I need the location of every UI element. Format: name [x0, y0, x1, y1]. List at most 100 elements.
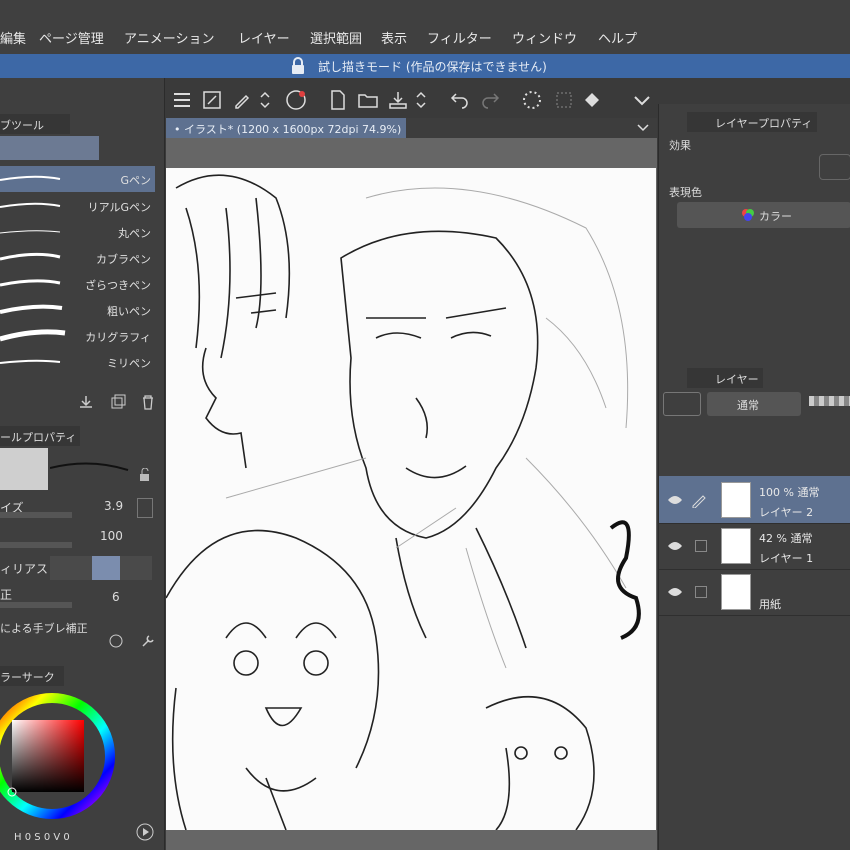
layer-thumbnail — [721, 528, 751, 564]
pen-real-g[interactable]: リアルGペン — [0, 193, 155, 219]
value-value[interactable]: 0 — [63, 832, 69, 843]
size-slider[interactable] — [0, 512, 72, 518]
subtool-tab[interactable]: ブツール — [0, 114, 70, 134]
subtool-group-header[interactable] — [0, 136, 99, 160]
menu-window[interactable]: ウィンドウ — [512, 28, 577, 47]
pen-label: カリグラフィ — [85, 331, 151, 344]
new-file-icon[interactable] — [326, 88, 350, 112]
transform-icon[interactable] — [552, 88, 576, 112]
antialias-option-selected[interactable] — [92, 556, 120, 580]
brush-stroke-preview — [0, 230, 61, 234]
menu-selection[interactable]: 選択範囲 — [310, 28, 362, 47]
open-folder-icon[interactable] — [356, 88, 380, 112]
pen-label: 粗いペン — [107, 305, 151, 318]
drawing-paper[interactable] — [166, 168, 656, 830]
pen-kabura[interactable]: カブラペン — [0, 245, 155, 271]
menu-edit[interactable]: 編集 — [0, 28, 26, 47]
layer-thumbnail — [721, 574, 751, 610]
menu-help[interactable]: ヘルプ — [598, 28, 637, 47]
layer-row[interactable]: 用紙 — [659, 570, 850, 616]
pen-calligraphy[interactable]: カリグラフィ — [0, 323, 155, 349]
toolprop-tab[interactable]: ールプロパティ — [0, 426, 80, 446]
pen-label: Gペン — [120, 174, 151, 187]
subtool-title: ブツール — [0, 119, 44, 132]
color-wheel-title: ラーサーク — [0, 671, 55, 684]
layer-row[interactable]: 100 % 通常 レイヤー 2 — [659, 478, 850, 524]
visibility-eye-icon[interactable] — [667, 494, 683, 506]
layer-name[interactable]: 用紙 — [759, 596, 781, 612]
play-icon[interactable] — [136, 823, 154, 841]
color-wheel-tab[interactable]: ラーサーク — [0, 666, 64, 686]
chevron-updown-icon[interactable] — [258, 88, 272, 112]
pen-settings-icon[interactable] — [230, 88, 254, 112]
visibility-eye-icon[interactable] — [667, 540, 683, 552]
saturation-value[interactable]: 0 — [44, 832, 50, 843]
pen-label: 丸ペン — [118, 227, 151, 240]
menu-animation[interactable]: アニメーション — [124, 28, 214, 47]
expression-color-button[interactable]: カラー — [677, 202, 850, 228]
pen-milli[interactable]: ミリペン — [0, 349, 155, 375]
stabilization-value[interactable]: 6 — [112, 590, 120, 604]
visibility-eye-icon[interactable] — [667, 586, 683, 598]
save-icon[interactable] — [386, 88, 410, 112]
layer-name[interactable]: レイヤー 2 — [759, 504, 813, 520]
antialias-selector[interactable] — [50, 556, 152, 580]
canvas-area[interactable] — [166, 138, 657, 850]
pen-label: ミリペン — [107, 357, 151, 370]
chevron-updown-icon[interactable] — [414, 88, 428, 112]
menu-layer[interactable]: レイヤー — [238, 28, 290, 47]
effect-toggle[interactable] — [819, 154, 850, 180]
lock-open-icon[interactable] — [138, 468, 152, 482]
redo-icon[interactable] — [478, 88, 502, 112]
fill-bucket-icon[interactable] — [580, 88, 604, 112]
reset-icon[interactable] — [108, 633, 124, 649]
opacity-slider[interactable] — [0, 542, 72, 548]
pen-maru[interactable]: 丸ペン — [0, 219, 155, 245]
pen-label: リアルGペン — [87, 201, 151, 214]
menu-page[interactable]: ページ管理 — [39, 28, 104, 47]
layer-row[interactable]: 42 % 通常 レイヤー 1 — [659, 524, 850, 570]
pen-g[interactable]: Gペン — [0, 166, 155, 192]
layer-tab[interactable]: レイヤー — [687, 368, 763, 388]
chevron-down-icon[interactable] — [636, 122, 650, 134]
chevron-down-icon[interactable] — [630, 88, 654, 112]
layer-checkbox[interactable] — [695, 586, 707, 598]
stabilization-label: 正 — [0, 588, 13, 602]
trial-mode-banner: 試し描きモード (作品の保存はできません) — [0, 54, 850, 78]
color-wheel[interactable] — [0, 690, 120, 819]
brush-stroke-preview — [0, 279, 61, 287]
layer-opacity-blend: 42 % 通常 — [759, 532, 813, 545]
menu-filter[interactable]: フィルター — [427, 28, 492, 47]
document-tabbar: • イラスト* (1200 x 1600px 72dpi 74.9%) — [166, 118, 657, 138]
size-dropdown-button[interactable] — [137, 498, 153, 518]
blend-mode-value: 通常 — [737, 399, 759, 412]
pen-label: カブラペン — [96, 253, 151, 266]
size-value[interactable]: 3.9 — [104, 499, 123, 513]
layer-panel-title: レイヤー — [715, 373, 759, 386]
document-tab[interactable]: • イラスト* (1200 x 1600px 72dpi 74.9%) — [166, 118, 406, 138]
trash-icon[interactable] — [140, 394, 156, 410]
spiral-icon[interactable] — [284, 88, 308, 112]
pen-coarse[interactable]: 粗いペン — [0, 297, 155, 323]
loading-icon[interactable] — [520, 88, 544, 112]
brush-stroke-preview — [0, 252, 61, 261]
menu-view[interactable]: 表示 — [381, 28, 407, 47]
download-icon[interactable] — [78, 394, 94, 410]
opacity-bar[interactable] — [809, 396, 850, 406]
blend-mode-select[interactable]: 通常 — [707, 392, 801, 416]
layer-color-button[interactable] — [663, 392, 701, 416]
duplicate-icon[interactable] — [110, 394, 126, 410]
layer-checkbox[interactable] — [695, 540, 707, 552]
trial-mode-text: 試し描きモード (作品の保存はできません) — [318, 60, 547, 74]
hue-value[interactable]: 0 — [25, 832, 31, 843]
undo-icon[interactable] — [448, 88, 472, 112]
menu-icon[interactable] — [170, 88, 194, 112]
opacity-value[interactable]: 100 — [100, 529, 123, 543]
layer-name[interactable]: レイヤー 1 — [759, 550, 813, 566]
stabilization-slider[interactable] — [0, 602, 72, 608]
layer-thumbnail — [721, 482, 751, 518]
layer-property-tab[interactable]: レイヤープロパティ — [687, 112, 817, 132]
resize-icon[interactable] — [200, 88, 224, 112]
pen-rough[interactable]: ざらつきペン — [0, 271, 155, 297]
wrench-icon[interactable] — [140, 633, 156, 649]
